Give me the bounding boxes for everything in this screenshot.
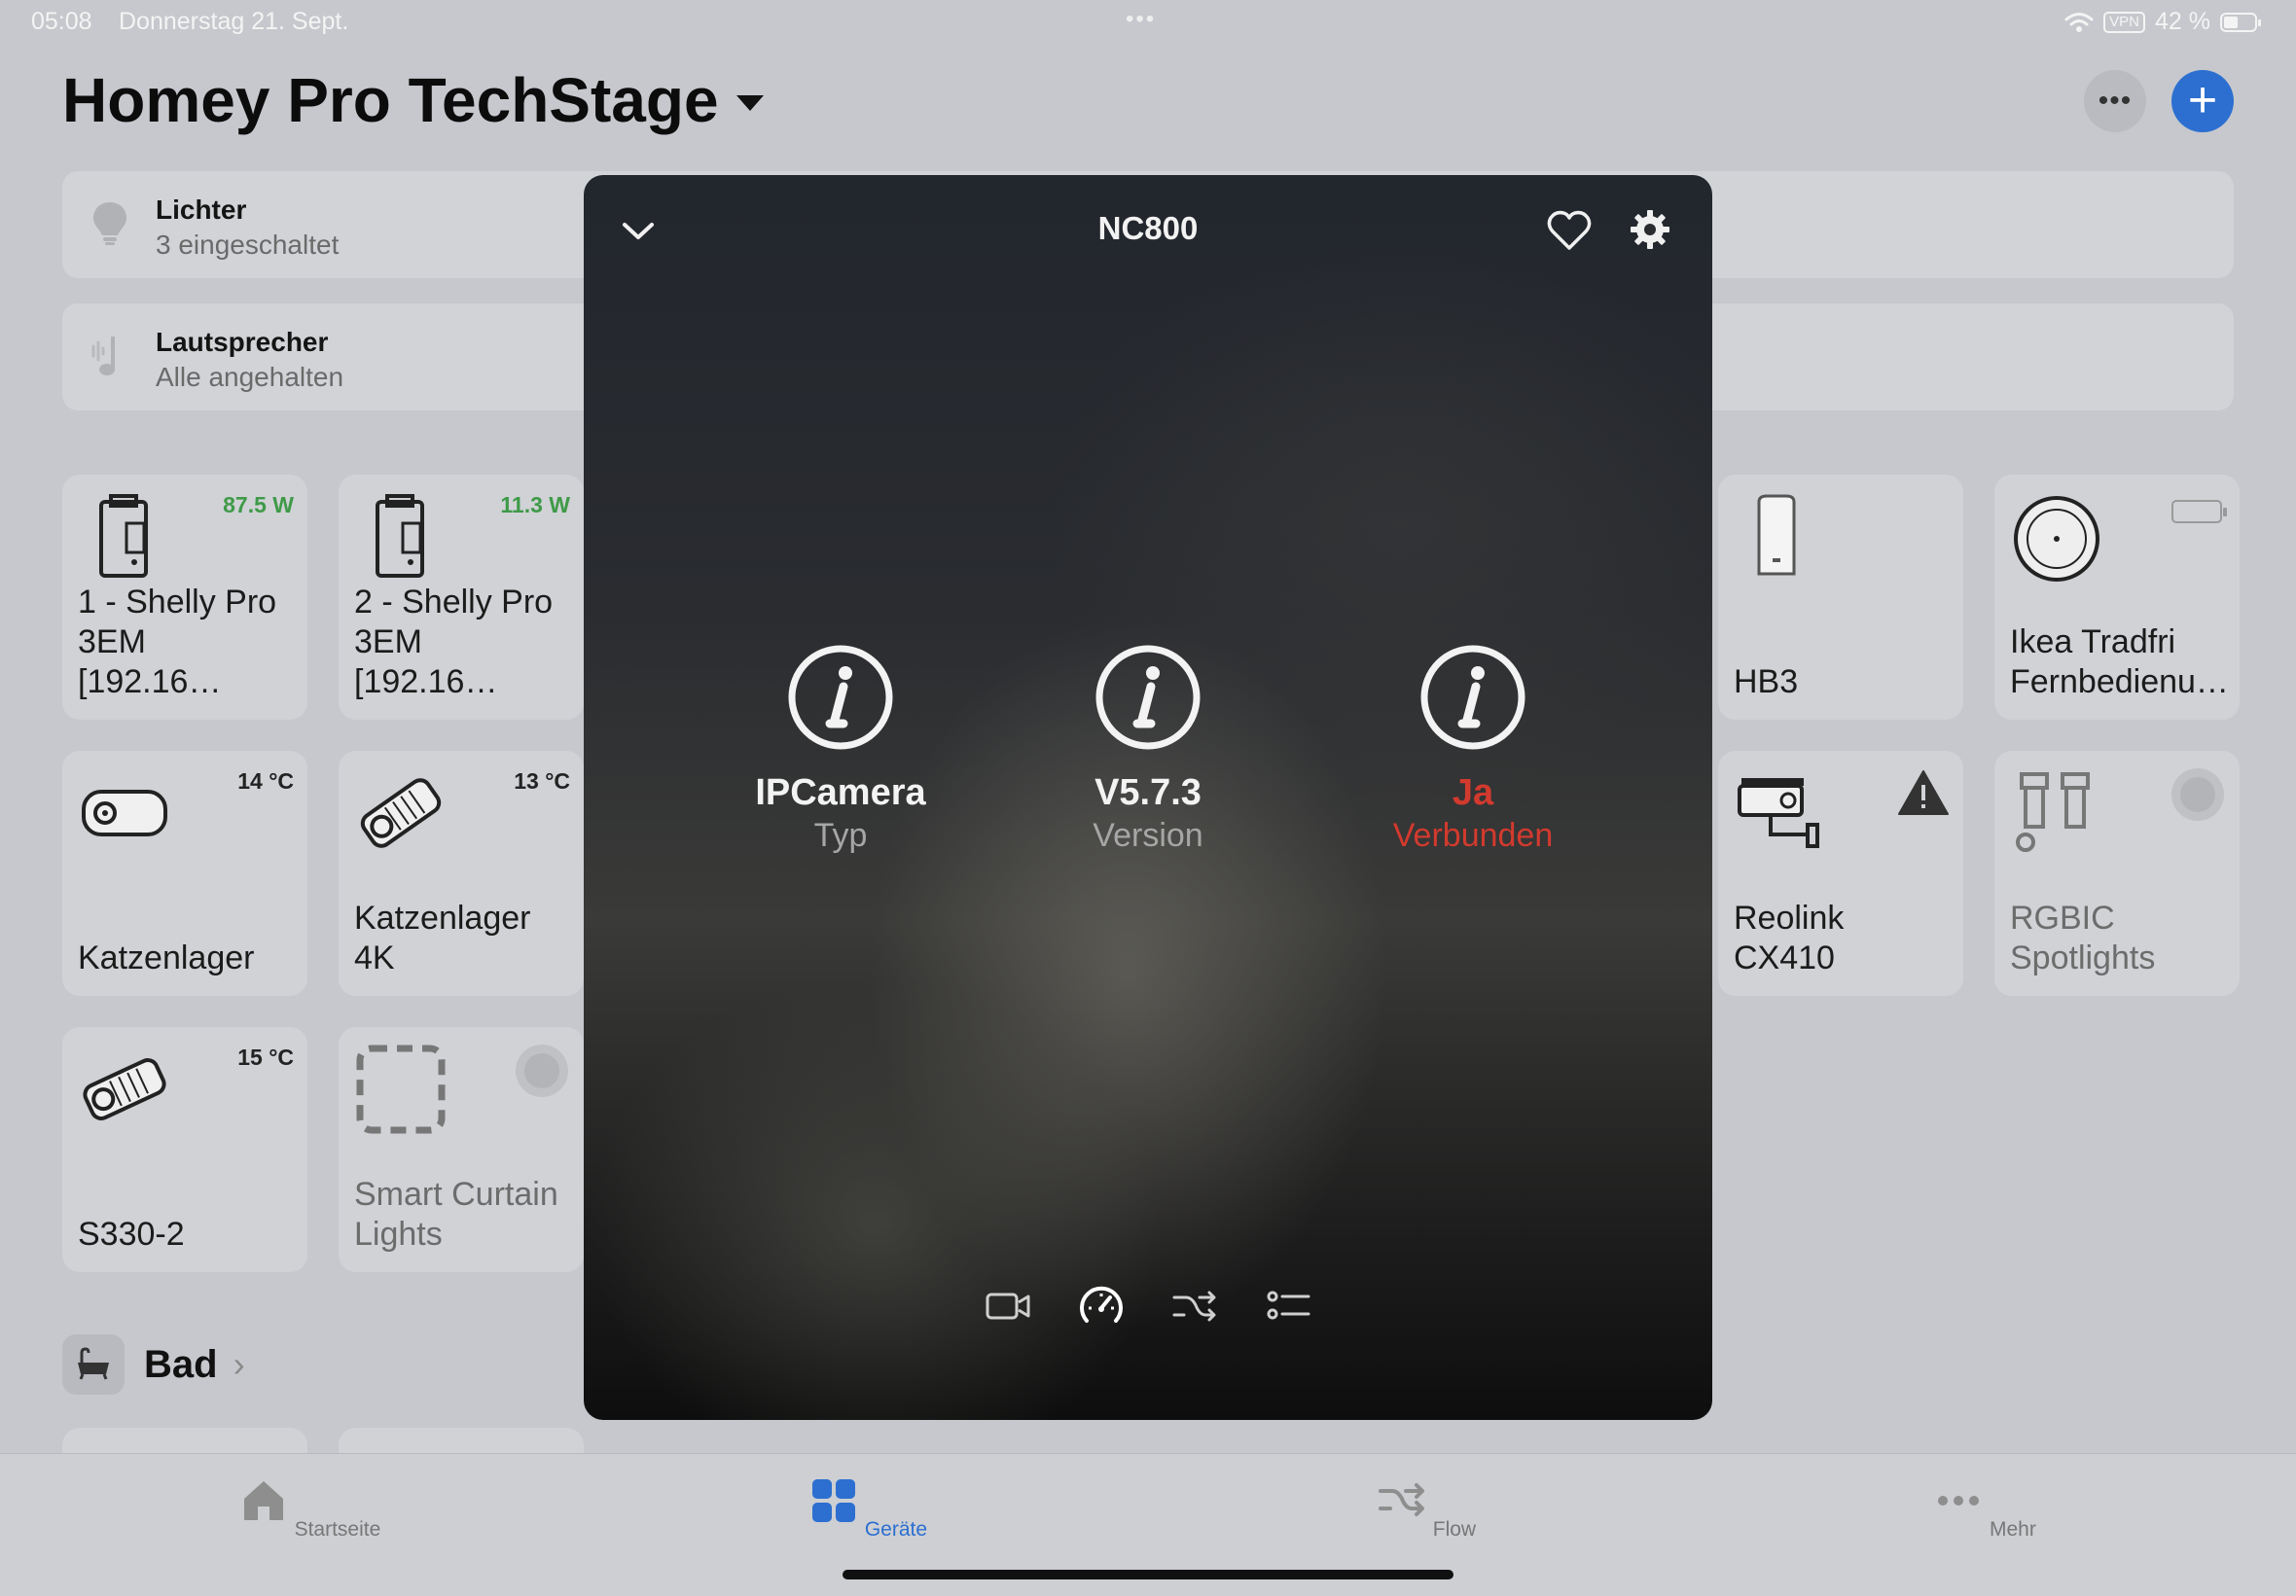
info-icon [788, 645, 893, 750]
power-value: 87.5 W [223, 492, 294, 517]
info-value: Ja [1452, 772, 1494, 813]
cctv-camera-icon [1738, 778, 1819, 848]
group-status: 3 eingeschaltet [156, 230, 340, 260]
more-options-button[interactable]: ••• [2084, 70, 2146, 132]
power-meter-icon [99, 494, 148, 578]
hub-icon [1757, 494, 1796, 576]
placeholder-icon [356, 1045, 446, 1134]
gauge-icon[interactable] [1077, 1282, 1126, 1330]
battery-percent: 42 % [2155, 8, 2210, 35]
video-icon[interactable] [984, 1282, 1032, 1330]
gear-icon[interactable] [1627, 206, 1673, 253]
info-icon [1420, 645, 1525, 750]
spotlights-icon [2016, 772, 2090, 852]
device-name: Smart Curtain Lights [354, 1176, 558, 1253]
device-modal-nc800: NC800 IPCamera Typ V5.7.3 Version Ja Ver… [584, 175, 1712, 1420]
power-toggle[interactable] [2171, 768, 2224, 821]
device-name: 2 - Shelly Pro 3EM [192.16… [354, 584, 554, 700]
status-indicators: VPN 42 % [2064, 8, 2261, 36]
device-name: Katzenlager 4K [354, 900, 531, 976]
heart-icon[interactable] [1545, 206, 1594, 255]
group-status: Alle angehalten [156, 362, 344, 392]
home-icon [243, 1481, 283, 1520]
tab-label: Startseite [294, 1518, 381, 1541]
device-name: HB3 [1734, 663, 1799, 700]
tab-more[interactable]: Mehr [1887, 1475, 2082, 1542]
info-label: Version [1093, 817, 1203, 854]
tab-label: Flow [1432, 1518, 1477, 1541]
multitasking-dots[interactable]: ••• [1126, 6, 1156, 33]
temperature-value: 15 °C [237, 1045, 294, 1070]
device-tile-shelly-2[interactable]: 11.3 W 2 - Shelly Pro 3EM [192.16… [339, 475, 584, 720]
device-name: RGBIC Spotlights [2010, 900, 2156, 976]
device-tile-shelly-1[interactable]: 87.5 W 1 - Shelly Pro 3EM [192.16… [62, 475, 307, 720]
battery-full-icon [2171, 500, 2227, 523]
device-tile-s330[interactable]: 15 °C S330-2 [62, 1027, 307, 1272]
info-type: IPCamera Typ [695, 644, 987, 857]
tab-home[interactable]: Startseite [212, 1475, 407, 1542]
dropdown-caret-icon [735, 95, 764, 111]
tab-label: Mehr [1989, 1518, 2036, 1541]
status-bar: 05:08 Donnerstag 21. Sept. ••• VPN 42 % [0, 0, 2296, 47]
warning-icon [1898, 770, 1949, 815]
remote-icon [2014, 496, 2099, 582]
power-value: 11.3 W [500, 492, 570, 517]
device-tile-rgbic-spotlights[interactable]: RGBIC Spotlights [1994, 751, 2240, 996]
info-value: IPCamera [755, 772, 926, 813]
device-name: Ikea Tradfri Fernbedienu… [2010, 623, 2229, 700]
info-label: Verbunden [1392, 817, 1554, 854]
modal-tab-bar [584, 1282, 1712, 1330]
modal-title: NC800 [1097, 210, 1199, 246]
device-name: S330-2 [78, 1216, 185, 1253]
devices-grid-icon [811, 1479, 855, 1522]
lightbulb-icon [93, 202, 126, 245]
bathtub-icon [62, 1334, 125, 1395]
vpn-badge: VPN [2103, 11, 2146, 33]
temperature-value: 13 °C [514, 768, 570, 794]
section-header-bad[interactable]: Bad › [62, 1334, 245, 1395]
tab-devices[interactable]: Geräte [771, 1475, 965, 1542]
power-meter-icon [376, 494, 424, 578]
temperature-value: 14 °C [237, 768, 294, 794]
add-button[interactable]: + [2171, 70, 2234, 132]
flow-icon [1378, 1483, 1424, 1516]
more-icon [1938, 1496, 1980, 1506]
status-date: Donnerstag 21. Sept. [119, 8, 349, 35]
chevron-right-icon: › [233, 1344, 245, 1384]
home-selector[interactable]: Homey Pro TechStage [62, 64, 764, 136]
device-tile-reolink[interactable]: Reolink CX410 [1718, 751, 1963, 996]
tab-label: Geräte [864, 1518, 928, 1541]
tab-flow[interactable]: Flow [1329, 1475, 1524, 1542]
info-version: V5.7.3 Version [1002, 644, 1294, 857]
camera-icon [82, 790, 167, 836]
section-title: Bad [144, 1342, 218, 1386]
info-value: V5.7.3 [1094, 772, 1202, 813]
device-name: Katzenlager [78, 940, 255, 976]
power-toggle[interactable] [516, 1045, 568, 1097]
device-tile-hb3[interactable]: HB3 [1718, 475, 1963, 720]
ellipsis-icon: ••• [2098, 85, 2133, 117]
wifi-icon [2064, 12, 2094, 32]
device-name: Reolink CX410 [1734, 900, 1845, 976]
device-tile-katzenlager-4k[interactable]: 13 °C Katzenlager 4K [339, 751, 584, 996]
group-name: Lautsprecher [156, 327, 329, 357]
device-tile-ikea-remote[interactable]: Ikea Tradfri Fernbedienu… [1994, 475, 2240, 720]
device-tile-katzenlager[interactable]: 14 °C Katzenlager [62, 751, 307, 996]
group-name: Lichter [156, 195, 247, 225]
page-title: Homey Pro TechStage [62, 65, 719, 135]
device-name: 1 - Shelly Pro 3EM [192.16… [78, 584, 277, 700]
camera-icon [360, 778, 442, 848]
status-time: 05:08 [31, 8, 92, 35]
list-icon[interactable] [1264, 1282, 1312, 1330]
battery-icon [2220, 12, 2261, 32]
camera-icon [83, 1058, 166, 1120]
info-icon [1095, 645, 1201, 750]
device-tile-smart-curtain[interactable]: Smart Curtain Lights [339, 1027, 584, 1272]
info-connected: Ja Verbunden [1327, 644, 1619, 857]
home-indicator[interactable] [843, 1570, 1453, 1579]
music-note-icon [91, 337, 115, 375]
info-label: Typ [813, 817, 868, 854]
plus-icon: + [2187, 72, 2218, 128]
flow-icon[interactable] [1170, 1282, 1219, 1330]
